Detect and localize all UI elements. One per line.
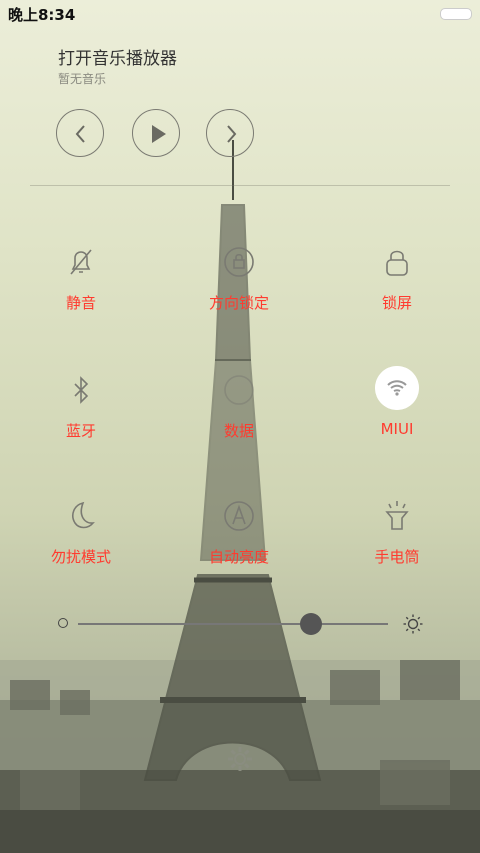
brightness-track[interactable] xyxy=(78,623,388,625)
battery-icon xyxy=(440,8,472,20)
toggle-lock-screen-label: 锁屏 xyxy=(381,294,412,312)
toggle-bluetooth-label: 蓝牙 xyxy=(65,422,96,440)
toggle-do-not-disturb[interactable]: 勿扰模式 xyxy=(21,498,141,598)
toggle-bluetooth[interactable]: 蓝牙 xyxy=(21,372,141,472)
toggle-lock-screen[interactable]: 锁屏 xyxy=(337,244,457,344)
next-icon xyxy=(227,125,237,143)
toggle-rotation-lock-label: 方向锁定 xyxy=(208,294,269,312)
previous-button[interactable] xyxy=(56,109,104,157)
moon-icon xyxy=(72,501,95,529)
status-bar: 晚上8:34 xyxy=(0,0,480,26)
previous-icon xyxy=(75,125,85,143)
toggle-wifi[interactable]: MIUI xyxy=(337,366,457,472)
divider xyxy=(30,185,450,186)
toggle-auto-brightness[interactable]: 自动亮度 xyxy=(179,498,299,598)
rotation-lock-icon xyxy=(224,247,254,277)
bell-mute-icon xyxy=(70,249,92,275)
toggle-flashlight[interactable]: 手电筒 xyxy=(337,498,457,598)
settings-gear-icon[interactable] xyxy=(226,745,254,773)
toggle-mute[interactable]: 静音 xyxy=(21,244,141,344)
status-time: 晚上8:34 xyxy=(8,6,76,24)
toggle-flashlight-label: 手电筒 xyxy=(374,548,420,566)
brightness-knob[interactable] xyxy=(299,613,322,635)
auto-brightness-icon xyxy=(224,501,254,531)
lock-icon xyxy=(386,250,408,276)
next-button[interactable] xyxy=(206,109,254,157)
toggle-rotation-lock[interactable]: 方向锁定 xyxy=(179,244,299,344)
play-button[interactable] xyxy=(132,109,180,157)
brightness-high-icon xyxy=(403,614,423,634)
data-icon xyxy=(224,375,254,405)
bluetooth-icon xyxy=(74,376,89,404)
toggle-data[interactable]: 数据 xyxy=(179,372,299,472)
toggle-mute-label: 静音 xyxy=(65,294,96,312)
toggle-do-not-disturb-label: 勿扰模式 xyxy=(50,548,111,566)
brightness-slider[interactable] xyxy=(58,610,428,638)
toggle-auto-brightness-label: 自动亮度 xyxy=(208,548,269,566)
toggle-data-label: 数据 xyxy=(223,422,254,440)
play-icon xyxy=(152,125,166,143)
music-player-subtitle: 暂无音乐 xyxy=(58,72,107,86)
flashlight-icon xyxy=(385,501,409,530)
wifi-icon xyxy=(375,366,419,410)
brightness-low-icon xyxy=(58,618,68,628)
toggle-wifi-label: MIUI xyxy=(380,420,414,438)
music-player-title[interactable]: 打开音乐播放器 xyxy=(58,44,177,69)
